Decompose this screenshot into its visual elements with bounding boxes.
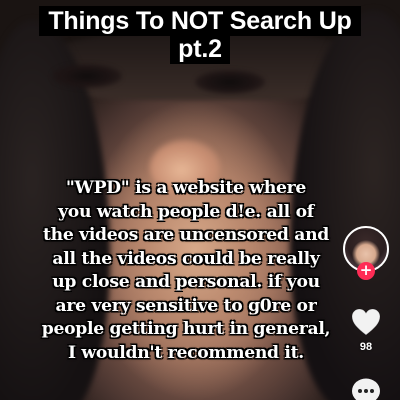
caption-line: "WPD" is a website where [65,178,307,198]
caption-text: "WPD" is a website where you watch peopl… [6,177,366,365]
heart-icon[interactable] [351,308,381,336]
caption-line: are very sensitive to g0re or [55,295,317,316]
background-eye-left [52,64,122,88]
title-line-2: pt.2 [170,34,230,64]
caption-line: all the videos could be really [52,248,320,269]
like-count: 98 [359,341,373,353]
caption-line: I wouldn't recommend it. [68,342,304,363]
caption-line: up close and personal. if you [52,272,320,292]
caption-line: you watch people d!e. all of [58,201,314,222]
caption-line: people getting hurt in general, [41,319,331,339]
follow-button[interactable]: + [357,262,375,280]
title-line-1: Things To NOT Search Up [39,6,361,36]
video-frame[interactable]: Things To NOT Search Up pt.2 "WPD" is a … [0,0,400,400]
background-eye-right [195,70,265,94]
caption-line: the videos are uncensored and [42,225,330,245]
video-title: Things To NOT Search Up pt.2 [0,6,400,64]
comment-icon[interactable] [350,376,382,400]
